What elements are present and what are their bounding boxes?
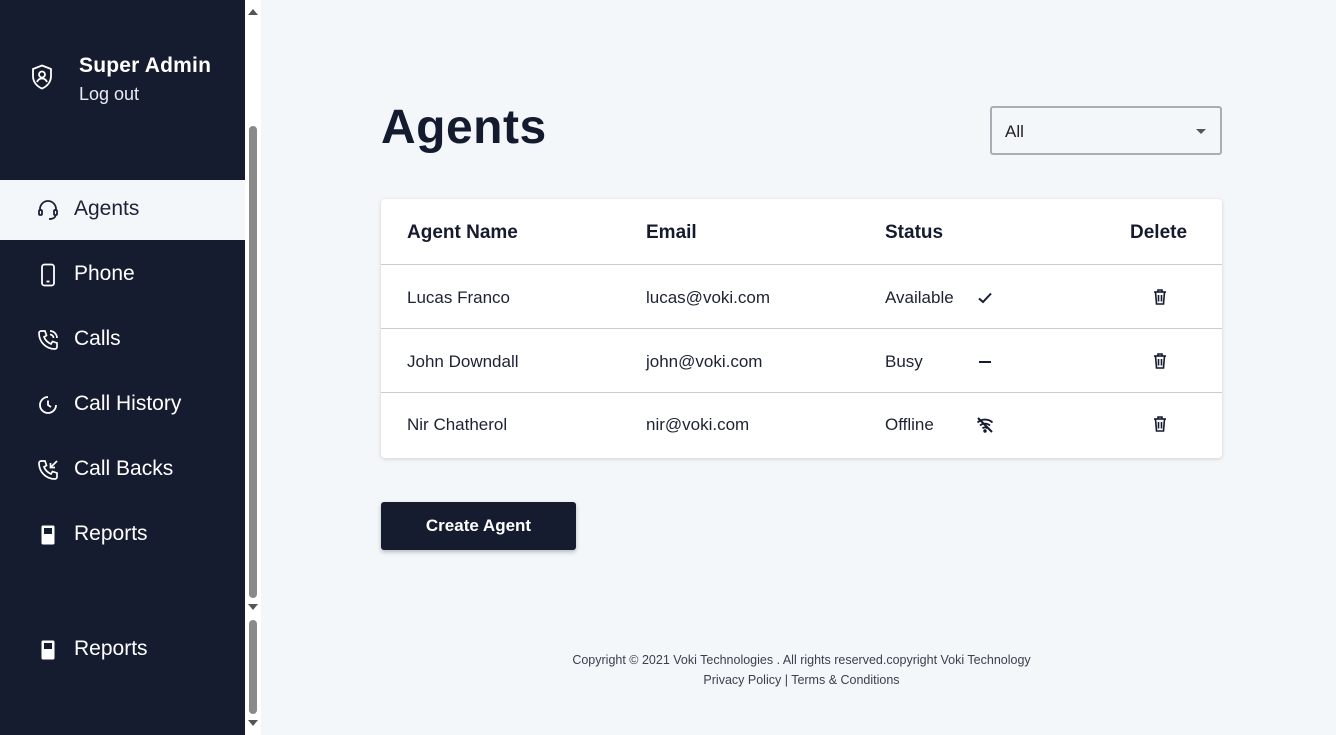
report-icon — [36, 523, 60, 547]
terms-link[interactable]: Terms & Conditions — [791, 673, 899, 687]
sidebar-item-phone[interactable]: Phone — [0, 245, 245, 305]
column-header-email: Email — [646, 222, 697, 243]
status-filter-select[interactable]: All — [990, 106, 1222, 155]
footer: Copyright © 2021 Voki Technologies . All… — [480, 650, 1123, 690]
wifi-off-icon — [976, 416, 994, 434]
agent-status: Available — [885, 288, 954, 307]
footer-separator: | — [781, 673, 792, 687]
privacy-policy-link[interactable]: Privacy Policy — [703, 673, 781, 687]
agent-status: Busy — [885, 352, 923, 371]
dash-icon — [976, 353, 994, 371]
trash-icon[interactable] — [1152, 415, 1168, 433]
scroll-down-arrow-icon-lower[interactable] — [248, 720, 258, 726]
agent-name: Nir Chatherol — [407, 415, 508, 434]
callback-icon — [36, 458, 60, 482]
sidebar-item-agents[interactable]: Agents — [0, 180, 245, 240]
trash-icon[interactable] — [1152, 288, 1168, 306]
history-icon — [36, 393, 60, 417]
sidebar-bottom-item-reports[interactable]: Reports — [0, 620, 245, 680]
table-row: Lucas Franco lucas@voki.com Available — [381, 266, 1222, 329]
user-panel: Super Admin Log out — [0, 52, 245, 112]
copyright-text: Copyright © 2021 Voki Technologies . All… — [572, 653, 1031, 667]
sidebar-item-call-backs[interactable]: Call Backs — [0, 440, 245, 500]
report-icon — [36, 638, 60, 662]
scroll-up-arrow-icon[interactable] — [248, 9, 258, 15]
sidebar-item-label: Call Backs — [74, 457, 174, 480]
logout-link[interactable]: Log out — [79, 84, 139, 105]
sidebar-item-reports[interactable]: Reports — [0, 505, 245, 565]
column-header-agent-name: Agent Name — [407, 222, 518, 243]
scrollbar-thumb-lower[interactable] — [249, 620, 257, 714]
sidebar-item-label: Phone — [74, 262, 135, 285]
agent-name: Lucas Franco — [407, 288, 510, 307]
user-shield-icon — [31, 64, 53, 90]
sidebar-item-label: Calls — [74, 327, 121, 350]
agents-table: Agent Name Email Status Delete Lucas Fra… — [381, 199, 1222, 458]
agent-name: John Downdall — [407, 352, 519, 371]
agent-email: nir@voki.com — [646, 415, 750, 434]
sidebar-item-label: Call History — [74, 392, 182, 415]
chevron-down-icon — [1196, 129, 1206, 134]
sidebar-scrollbar[interactable] — [245, 0, 261, 735]
scroll-down-arrow-icon[interactable] — [248, 604, 258, 610]
trash-icon[interactable] — [1152, 352, 1168, 370]
page-title: Agents — [381, 101, 547, 154]
check-icon — [976, 289, 994, 307]
sidebar-item-label: Agents — [74, 197, 140, 220]
column-header-status: Status — [885, 222, 944, 243]
sidebar: Super Admin Log out Agents Phone Calls C… — [0, 0, 245, 735]
user-name: Super Admin — [79, 54, 212, 77]
agent-email: lucas@voki.com — [646, 288, 771, 307]
table-header: Agent Name Email Status Delete — [381, 199, 1222, 265]
footer-links: Privacy Policy | Terms & Conditions — [480, 670, 1123, 690]
headset-icon — [36, 198, 60, 222]
sidebar-item-label: Reports — [74, 522, 148, 545]
agent-email: john@voki.com — [646, 352, 763, 371]
create-agent-button[interactable]: Create Agent — [381, 502, 576, 550]
sidebar-item-call-history[interactable]: Call History — [0, 375, 245, 435]
column-header-delete: Delete — [1130, 222, 1188, 243]
phone-icon — [36, 263, 60, 287]
sidebar-item-label: Reports — [74, 637, 148, 660]
scrollbar-thumb[interactable] — [249, 126, 257, 598]
table-row: John Downdall john@voki.com Busy — [381, 330, 1222, 393]
agent-status: Offline — [885, 415, 934, 434]
sidebar-item-calls[interactable]: Calls — [0, 310, 245, 370]
call-icon — [36, 328, 60, 352]
filter-value: All — [1005, 122, 1024, 141]
table-row: Nir Chatherol nir@voki.com Offline — [381, 393, 1222, 456]
